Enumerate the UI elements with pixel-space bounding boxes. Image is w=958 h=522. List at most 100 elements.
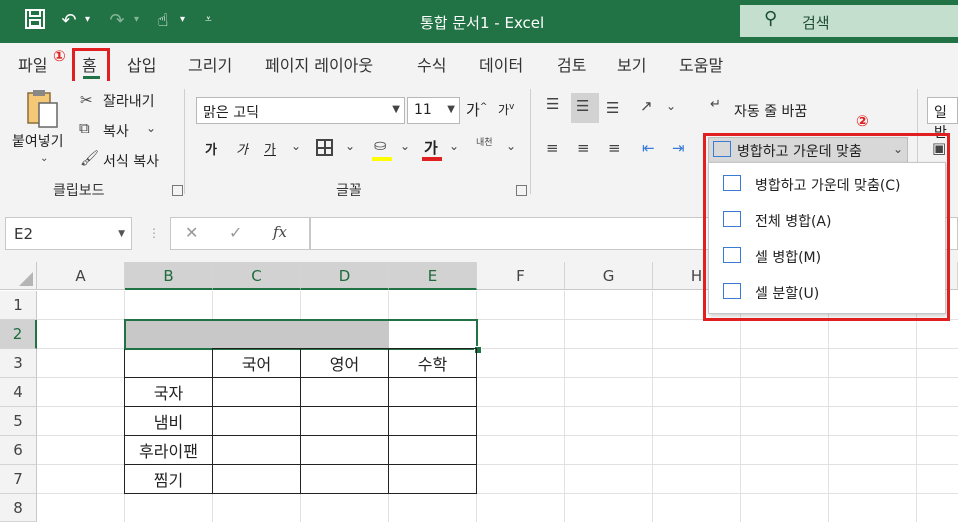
touch-dropdown-icon[interactable]: ▾: [180, 14, 185, 25]
shrink-font-button[interactable]: 가v: [498, 101, 514, 118]
row-header-4[interactable]: 4: [0, 378, 37, 407]
group-separator: [530, 89, 531, 194]
format-painter-icon: 🖌: [80, 149, 100, 167]
search-box[interactable]: ⚲ 검색: [740, 5, 958, 37]
row-header-3[interactable]: 3: [0, 349, 37, 378]
undo-icon[interactable]: ↶: [56, 8, 82, 34]
font-color-button[interactable]: 가: [424, 137, 438, 158]
table-border: [212, 348, 477, 349]
borders-dropdown-icon[interactable]: ⌄: [345, 139, 355, 153]
align-center-icon[interactable]: ≡: [577, 139, 590, 157]
align-left-icon[interactable]: ≡: [546, 139, 559, 157]
column-header-f[interactable]: F: [477, 262, 565, 290]
row-header-6[interactable]: 6: [0, 436, 37, 465]
tab-review[interactable]: 검토: [557, 52, 586, 76]
wrap-text-icon: ↵: [710, 97, 721, 112]
decrease-indent-icon[interactable]: ⇤: [642, 139, 655, 157]
phonetic-dropdown-icon[interactable]: ⌄: [506, 139, 516, 153]
align-bottom-icon[interactable]: ☰: [606, 99, 619, 117]
title-bar: ↶ ▾ ↷ ▾ ☝ ▾ ⩡ 통합 문서1 - Excel ⚲ 검색: [0, 0, 958, 43]
align-top-icon[interactable]: ☰: [546, 95, 559, 113]
phonetic-button[interactable]: 내천: [476, 135, 493, 148]
cancel-icon[interactable]: ✕: [185, 223, 198, 242]
ribbon-tabs: 파일 홈 삽입 그리기 페이지 레이아웃 수식 데이터 검토 보기 도움말 ①: [0, 43, 958, 84]
highlight-box-home-tab: [72, 48, 110, 84]
wrap-text-button[interactable]: 자동 줄 바꿈: [734, 101, 807, 121]
cell-b5[interactable]: 냄비: [125, 409, 212, 433]
fill-color-dropdown-icon[interactable]: ⌄: [400, 139, 410, 153]
gridline: [564, 291, 565, 522]
customize-qat-icon[interactable]: ⩡: [205, 12, 212, 27]
font-launcher-icon[interactable]: [516, 185, 527, 196]
cut-button[interactable]: 잘라내기: [103, 91, 155, 111]
font-color-dropdown-icon[interactable]: ⌄: [449, 139, 459, 153]
copy-button[interactable]: 복사: [103, 121, 129, 141]
touch-mode-icon[interactable]: ☝: [150, 8, 176, 34]
column-header-b[interactable]: B: [125, 262, 213, 290]
font-name-combo[interactable]: 맑은 고딕 ▼: [196, 97, 405, 124]
cell-d3[interactable]: 영어: [301, 351, 388, 375]
paste-button[interactable]: 붙여넣기: [12, 131, 64, 151]
select-all-corner[interactable]: [0, 262, 37, 290]
gridline: [916, 291, 917, 522]
grow-font-label: 가: [466, 101, 480, 119]
column-header-a[interactable]: A: [37, 262, 125, 290]
column-header-g[interactable]: G: [565, 262, 653, 290]
cell-c3[interactable]: 국어: [213, 351, 300, 375]
number-format-combo[interactable]: 일반: [927, 97, 958, 141]
redo-dropdown-icon[interactable]: ▾: [134, 14, 139, 25]
tab-help[interactable]: 도움말: [679, 52, 723, 76]
orientation-icon[interactable]: ↗: [640, 97, 653, 115]
row-header-5[interactable]: 5: [0, 407, 37, 436]
name-box[interactable]: E2 ▼: [5, 217, 132, 250]
selection-border[interactable]: [124, 319, 478, 350]
tab-formulas[interactable]: 수식: [417, 52, 446, 76]
cell-b7[interactable]: 찜기: [125, 467, 212, 491]
tab-data[interactable]: 데이터: [479, 52, 523, 76]
save-icon[interactable]: [22, 8, 48, 34]
chevron-down-icon: ▼: [118, 229, 125, 239]
fill-color-swatch: [372, 157, 392, 161]
bold-button[interactable]: 가: [205, 139, 217, 158]
column-header-e[interactable]: E: [389, 262, 477, 290]
orientation-dropdown-icon[interactable]: ⌄: [666, 99, 676, 113]
copy-dropdown-icon[interactable]: ⌄: [146, 121, 156, 135]
group-label-font: 글꼴: [336, 183, 362, 199]
tab-page-layout[interactable]: 페이지 레이아웃: [265, 52, 373, 76]
undo-dropdown-icon[interactable]: ▾: [85, 14, 90, 25]
align-middle-icon[interactable]: ☰: [576, 97, 589, 115]
tab-file[interactable]: 파일: [18, 52, 47, 76]
increase-indent-icon[interactable]: ⇥: [672, 139, 685, 157]
row-header-7[interactable]: 7: [0, 465, 37, 494]
italic-button[interactable]: 가: [236, 139, 248, 158]
tab-draw[interactable]: 그리기: [188, 52, 232, 76]
clipboard-launcher-icon[interactable]: [172, 185, 183, 196]
column-header-d[interactable]: D: [301, 262, 389, 290]
redo-icon[interactable]: ↷: [104, 8, 130, 34]
row-header-2[interactable]: 2: [0, 320, 37, 349]
paste-dropdown-icon[interactable]: ⌄: [40, 153, 48, 164]
borders-icon[interactable]: [316, 139, 333, 156]
underline-button[interactable]: 가: [264, 139, 276, 158]
enter-icon[interactable]: ✓: [229, 223, 242, 242]
column-header-c[interactable]: C: [213, 262, 301, 290]
cell-b4[interactable]: 국자: [125, 380, 212, 404]
grow-font-button[interactable]: 가^: [466, 99, 487, 120]
name-box-value: E2: [14, 225, 34, 243]
row-header-8[interactable]: 8: [0, 494, 37, 522]
tab-insert[interactable]: 삽입: [127, 52, 156, 76]
cell-e3[interactable]: 수학: [389, 351, 476, 375]
underline-dropdown-icon[interactable]: ⌄: [291, 139, 301, 153]
annotation-marker-1: ①: [53, 47, 66, 65]
font-size-combo[interactable]: 11 ▼: [407, 97, 460, 124]
format-painter-button[interactable]: 서식 복사: [103, 151, 159, 171]
cell-b6[interactable]: 후라이팬: [125, 438, 212, 462]
paste-icon[interactable]: [24, 89, 62, 129]
splitter-icon[interactable]: ⋮: [148, 226, 160, 240]
insert-function-icon[interactable]: fx: [273, 223, 287, 241]
fill-color-icon[interactable]: ⛀: [374, 136, 387, 154]
tab-view[interactable]: 보기: [617, 52, 646, 76]
align-right-icon[interactable]: ≡: [608, 139, 621, 157]
row-header-1[interactable]: 1: [0, 291, 37, 320]
search-placeholder: 검색: [802, 14, 830, 32]
